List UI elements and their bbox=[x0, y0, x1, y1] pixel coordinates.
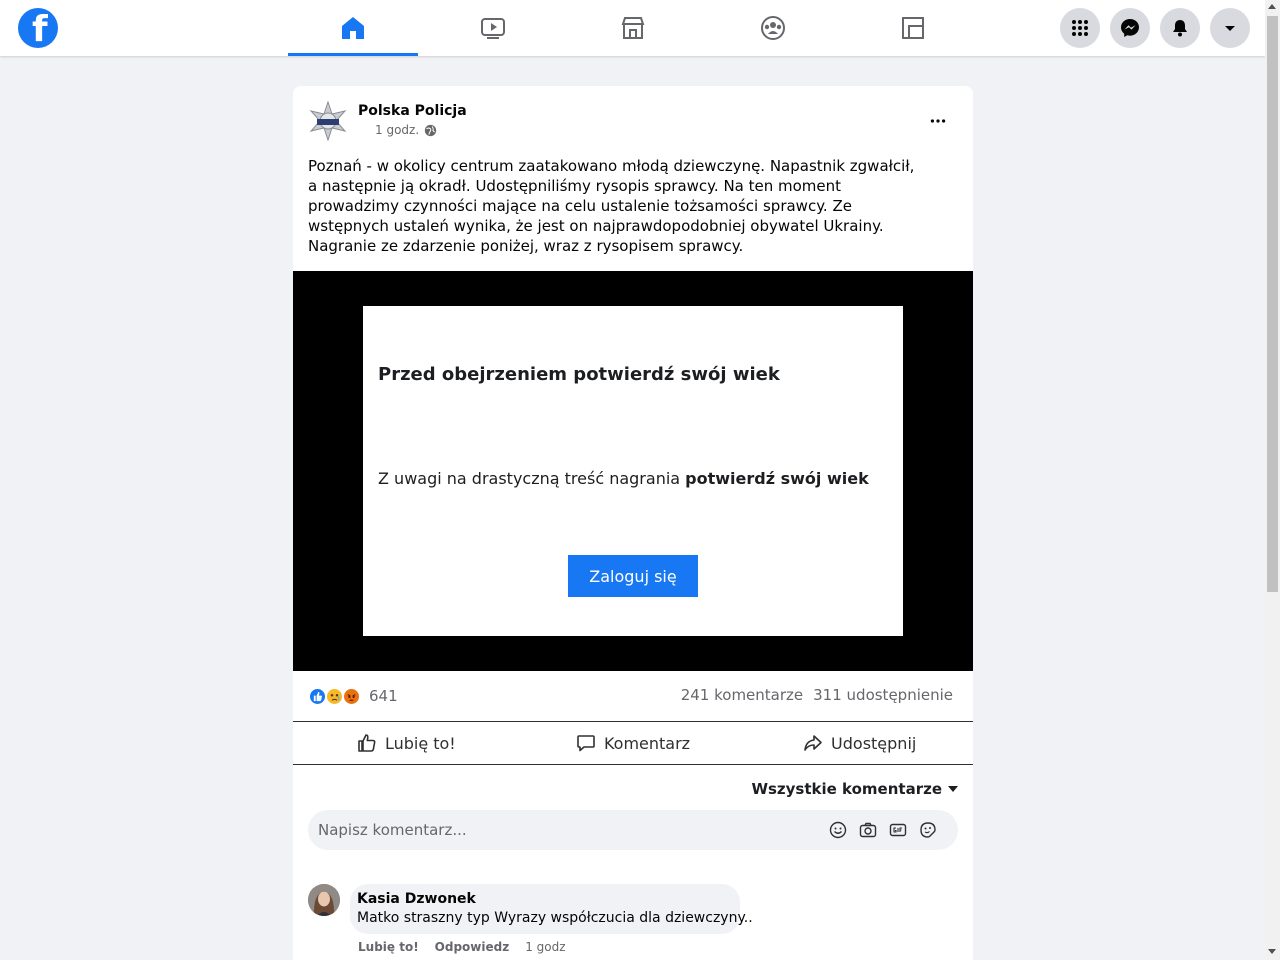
commenter-name[interactable]: Kasia Dzwonek bbox=[357, 891, 476, 907]
scroll-up-arrow[interactable] bbox=[1268, 4, 1276, 9]
home-icon bbox=[342, 17, 364, 39]
age-gate-message-bold: potwierdź swój wiek bbox=[685, 469, 869, 488]
comment-actions: Lubię to! Odpowiedz 1 godz bbox=[358, 940, 566, 954]
menu-button[interactable] bbox=[1060, 8, 1100, 48]
age-gate-title: Przed obejrzeniem potwierdź swój wiek bbox=[378, 364, 780, 385]
like-button-label: Lubię to! bbox=[384, 733, 456, 753]
tab-groups[interactable] bbox=[708, 0, 838, 56]
tab-home[interactable] bbox=[288, 0, 418, 56]
comment-input-icons bbox=[828, 820, 948, 840]
scroll-thumb[interactable] bbox=[1267, 16, 1278, 592]
comment-button[interactable]: Komentarz bbox=[520, 722, 747, 764]
comment-reply-link[interactable]: Odpowiedz bbox=[435, 940, 510, 954]
post-card: Polska Policja 1 godz. Poznań - w okolic… bbox=[293, 86, 973, 960]
post-time[interactable]: 1 godz. bbox=[375, 123, 419, 137]
sticker-button[interactable] bbox=[918, 820, 938, 840]
store-icon bbox=[621, 17, 645, 39]
notifications-icon bbox=[1173, 20, 1187, 37]
comment-time[interactable]: 1 godz bbox=[525, 940, 565, 954]
video-icon bbox=[481, 18, 505, 39]
reaction-count: 641 bbox=[369, 687, 398, 705]
share-arrow-icon bbox=[804, 735, 822, 751]
top-navigation-bar: f bbox=[0, 0, 1265, 56]
page-scrollbar[interactable] bbox=[1265, 0, 1280, 960]
more-dots-icon bbox=[930, 119, 946, 123]
post-meta: 1 godz. bbox=[375, 123, 437, 137]
tab-watch[interactable] bbox=[428, 0, 558, 56]
video-container[interactable]: Przed obejrzeniem potwierdź swój wiek Z … bbox=[293, 271, 973, 671]
photo-button[interactable] bbox=[858, 820, 878, 840]
commenter-photo bbox=[308, 884, 340, 916]
comment-text: Matko straszny typ Wyrazy współczucia dl… bbox=[357, 910, 753, 926]
emoji-icon bbox=[829, 821, 847, 839]
comment-count[interactable]: 241 komentarze bbox=[681, 686, 803, 704]
top-right-buttons bbox=[1060, 8, 1260, 48]
post-author[interactable]: Polska Policja bbox=[358, 103, 467, 119]
post-options-button[interactable] bbox=[923, 106, 953, 136]
engagement-counts: 241 komentarze 311 udostępnienie bbox=[681, 686, 953, 704]
main-nav-tabs bbox=[288, 0, 988, 56]
age-gate-message: Z uwagi na drastyczną treść nagrania pot… bbox=[378, 469, 869, 488]
gaming-icon bbox=[902, 17, 924, 39]
like-button[interactable]: Lubię to! bbox=[293, 722, 520, 764]
comment-like-link[interactable]: Lubię to! bbox=[358, 940, 419, 954]
share-button-label: Udostępnij bbox=[831, 733, 917, 753]
gif-button[interactable] bbox=[888, 820, 908, 840]
reactions-summary[interactable]: 641 bbox=[308, 685, 398, 707]
share-count[interactable]: 311 udostępnienie bbox=[813, 686, 953, 704]
age-gate-message-text: Z uwagi na drastyczną treść nagrania bbox=[378, 469, 686, 488]
age-gate-dialog: Przed obejrzeniem potwierdź swój wiek Z … bbox=[363, 306, 903, 636]
comments-filter-dropdown[interactable]: Wszystkie komentarze bbox=[751, 780, 958, 798]
tab-gaming[interactable] bbox=[848, 0, 978, 56]
angry-reaction-icon bbox=[342, 686, 361, 706]
commenter-avatar[interactable] bbox=[308, 884, 340, 916]
sticker-icon bbox=[920, 822, 936, 838]
thumbs-up-icon bbox=[358, 734, 376, 752]
caret-down-icon bbox=[948, 786, 958, 792]
comment-button-label: Komentarz bbox=[603, 733, 691, 753]
police-star-logo bbox=[309, 100, 347, 142]
account-button[interactable] bbox=[1210, 8, 1250, 48]
scroll-down-arrow[interactable] bbox=[1268, 949, 1276, 954]
comment-input-box bbox=[308, 810, 958, 850]
messenger-icon bbox=[1121, 19, 1139, 37]
comment-input[interactable] bbox=[318, 810, 818, 850]
tab-marketplace[interactable] bbox=[568, 0, 698, 56]
globe-icon bbox=[424, 124, 437, 136]
share-button[interactable]: Udostępnij bbox=[746, 722, 973, 764]
camera-icon bbox=[859, 822, 877, 838]
post-text: Poznań - w okolicy centrum zaatakowano m… bbox=[308, 157, 915, 255]
notifications-button[interactable] bbox=[1160, 8, 1200, 48]
comment-bubble-icon bbox=[577, 735, 595, 752]
facebook-logo[interactable]: f bbox=[18, 8, 58, 48]
comments-filter-label: Wszystkie komentarze bbox=[751, 780, 942, 798]
groups-icon bbox=[761, 16, 785, 40]
account-caret-icon bbox=[1225, 26, 1235, 31]
facebook-logo-letter: f bbox=[32, 9, 48, 49]
menu-grid-icon bbox=[1072, 20, 1088, 36]
gif-icon bbox=[889, 823, 907, 837]
comment-bubble: Kasia Dzwonek Matko straszny typ Wyrazy … bbox=[350, 884, 753, 934]
post-actions: Lubię to! Komentarz Udostępnij bbox=[293, 721, 973, 765]
emoji-button[interactable] bbox=[828, 820, 848, 840]
police-avatar[interactable] bbox=[308, 100, 348, 142]
login-button[interactable]: Zaloguj się bbox=[568, 555, 698, 597]
messenger-button[interactable] bbox=[1110, 8, 1150, 48]
